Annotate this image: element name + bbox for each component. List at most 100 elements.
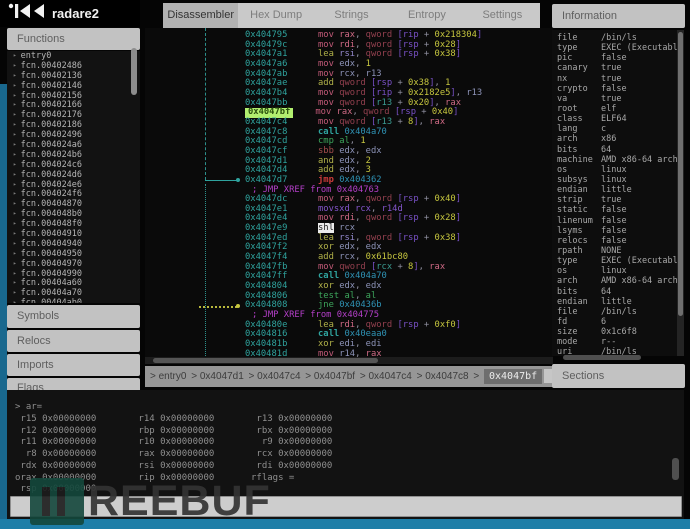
info-value: false [601, 205, 627, 216]
function-item[interactable]: ▸ fcn.00402496 [7, 130, 140, 140]
disassembly-view[interactable]: 0x404795 mov rax, qword [rip + 0x218304] 0… [145, 28, 553, 357]
asm-token: qword [365, 213, 398, 224]
tab-disassembler[interactable]: Disassembler [163, 3, 239, 28]
function-item[interactable]: ▸ fcn.00404a70 [7, 288, 140, 298]
asm-token: rcx [355, 203, 371, 214]
function-item[interactable]: ▸ fcn.004048b0 [7, 209, 140, 219]
info-row: size 0x1c6f8 [552, 327, 677, 337]
function-item[interactable]: ▸ fcn.00404a60 [7, 278, 140, 289]
info-row: machine AMD x86-64 arch [552, 155, 677, 165]
asm-token: rdi [339, 319, 356, 330]
function-item[interactable]: ▸ fcn.00402146 [7, 81, 140, 91]
function-item[interactable]: ▸ fcn.00402486 [7, 61, 140, 71]
info-value: true [601, 63, 622, 74]
registers-column-1: r15 0x00000000 r12 0x00000000 r11 0x0000… [15, 414, 97, 495]
asm-token: jne [318, 300, 340, 311]
function-item[interactable]: ▸ fcn.00404870 [7, 199, 140, 209]
info-key: file [557, 33, 578, 43]
sections-panel-header[interactable]: Sections [552, 364, 685, 388]
info-key: nx [557, 73, 568, 84]
disassembly-hscrollbar-thumb[interactable] [153, 358, 378, 363]
function-item[interactable]: ▸ fcn.00402136 [7, 71, 140, 81]
info-value: EXEC (Executabl [601, 256, 677, 267]
function-item[interactable]: ▸ fcn.004024d6 [7, 170, 140, 180]
info-row: nx true [552, 74, 677, 84]
symbols-panel-header[interactable]: Symbols [7, 305, 140, 328]
function-bullet-icon: ▸ [13, 220, 17, 228]
breadcrumb-item[interactable]: > entry0 [150, 371, 189, 382]
function-item[interactable]: ▸ fcn.00402186 [7, 120, 140, 130]
asm-token: qword [339, 87, 371, 98]
functions-scrollbar-thumb[interactable] [131, 48, 137, 95]
function-item[interactable]: ▸ fcn.004024c6 [7, 160, 140, 170]
function-item[interactable]: ▸ fcn.00404910 [7, 229, 140, 239]
console-prompt: > ar= [15, 402, 43, 412]
asm-token: , [355, 252, 366, 263]
function-name: fcn.00402496 [20, 130, 83, 141]
information-panel-header[interactable]: Information [552, 4, 685, 28]
function-name: fcn.00402136 [20, 70, 83, 81]
function-item[interactable]: ▸ fcn.004024f6 [7, 189, 140, 200]
information-hscrollbar-thumb[interactable] [563, 355, 641, 360]
radare2-webui: radare2 Functions ▸ entry0 ▸ fcn.00402486 ▸ f… [0, 0, 690, 529]
asm-token: mov [318, 87, 340, 98]
function-bullet-icon: ▸ [13, 131, 17, 139]
asm-token: edx [339, 281, 356, 292]
function-item[interactable]: ▸ fcn.00404940 [7, 239, 140, 249]
function-item[interactable]: ▸ fcn.004048f0 [7, 219, 140, 229]
breadcrumb: > entry0 > 0x4047d1 > 0x4047c4 > 0x4047b… [145, 366, 591, 387]
function-item[interactable]: ▸ fcn.00402156 [7, 91, 140, 101]
function-item[interactable]: ▸ fcn.004024e6 [7, 180, 140, 190]
function-name: fcn.00404870 [20, 199, 83, 210]
asm-token: ] [455, 49, 462, 60]
relocs-panel-header[interactable]: Relocs [7, 330, 140, 352]
breadcrumb-item[interactable]: > 0x4047bf [305, 371, 358, 382]
function-item[interactable]: ▸ fcn.00404ab0 [7, 298, 140, 303]
asm-token: ] [455, 232, 462, 243]
info-key: os [557, 266, 568, 277]
tab-settings[interactable]: Settings [465, 3, 540, 28]
asm-token: , [418, 261, 430, 272]
breadcrumb-item[interactable]: > 0x4047c4 [249, 371, 304, 382]
imports-panel-header[interactable]: Imports [7, 354, 140, 376]
info-key: endian [557, 185, 588, 196]
info-key: arch [557, 276, 578, 287]
information-vscrollbar[interactable] [677, 30, 684, 356]
tab-strings[interactable]: Strings [314, 3, 389, 28]
asm-token: rsi [339, 49, 356, 60]
function-item[interactable]: ▸ fcn.00402176 [7, 110, 140, 120]
asm-token: rax [429, 261, 446, 272]
function-item[interactable]: ▸ fcn.00404990 [7, 269, 140, 279]
asm-token: r14d [381, 203, 403, 214]
function-item[interactable]: ▸ entry0 [7, 51, 140, 61]
disassembly-hscrollbar[interactable] [145, 357, 553, 364]
asm-token: qword [365, 319, 398, 330]
tab-entropy[interactable]: Entropy [389, 3, 464, 28]
info-value: 64 [601, 286, 612, 297]
asm-token: rsp [402, 39, 419, 50]
instruction-address[interactable]: 0x40481d [245, 349, 318, 357]
breadcrumb-current[interactable]: 0x4047bf [484, 369, 543, 384]
info-row: pic false [552, 53, 677, 63]
function-item[interactable]: ▸ fcn.004024b6 [7, 150, 140, 160]
function-item[interactable]: ▸ fcn.00404970 [7, 259, 140, 269]
console-vscrollbar-thumb[interactable] [672, 458, 679, 480]
registers-column-3: r13 0x00000000 rbx 0x00000000 r9 0x00000… [251, 414, 333, 483]
breadcrumb-item[interactable]: > 0x4047c4 [360, 371, 415, 382]
function-item[interactable]: ▸ fcn.004024a6 [7, 140, 140, 150]
info-value: r-- [601, 337, 617, 348]
command-input[interactable] [10, 496, 682, 517]
asm-token: rax [445, 97, 462, 108]
xref-comment: ; JMP XREF from 0x404775 [252, 310, 380, 321]
asm-token: edx [339, 145, 356, 156]
function-name: fcn.004024f6 [20, 189, 83, 200]
function-item[interactable]: ▸ fcn.00402166 [7, 100, 140, 111]
breadcrumb-item[interactable]: > 0x4047d1 [191, 371, 246, 382]
function-item[interactable]: ▸ fcn.00404950 [7, 249, 140, 259]
disasm-line[interactable]: 0x40481d mov r14, rax [145, 349, 553, 357]
functions-panel-header[interactable]: Functions [7, 28, 140, 50]
breadcrumb-item[interactable]: > 0x4047c8 [417, 371, 472, 382]
asm-token: rcx [376, 261, 393, 272]
tab-hex-dump[interactable]: Hex Dump [238, 3, 313, 28]
information-vscrollbar-thumb[interactable] [678, 32, 683, 316]
